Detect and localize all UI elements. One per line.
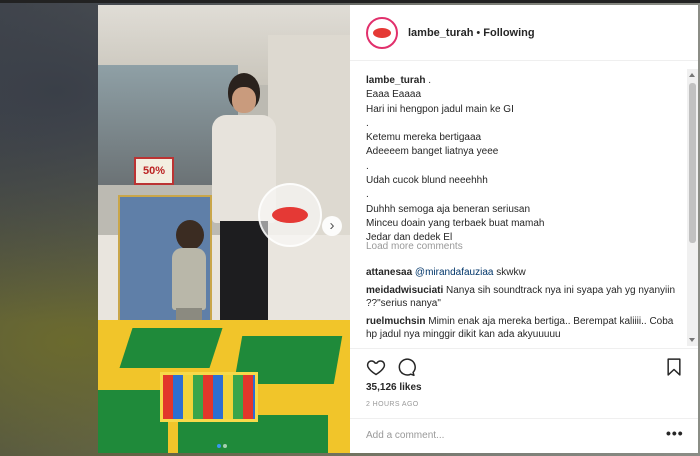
caption-line: Udah cucok blund neeehhh: [366, 175, 488, 187]
comment-username[interactable]: meidadwisuciati: [366, 285, 443, 296]
comments-panel[interactable]: lambe_turah . Eaaa Eaaaa Hari ini hengpon…: [350, 61, 698, 346]
caption-dot: .: [425, 75, 432, 86]
action-bar: [350, 348, 698, 384]
header-username[interactable]: lambe_turah: [408, 27, 473, 39]
child-head: [176, 220, 204, 250]
lips-icon: [272, 207, 308, 223]
caption-line: Duhhh semoga aja beneran seriusan: [366, 203, 530, 215]
child-body: [172, 248, 206, 310]
caption-text: Eaaa Eaaaa Hari ini hengpon jadul main ke…: [366, 88, 682, 245]
bookmark-icon[interactable]: [664, 357, 684, 377]
chevron-right-icon[interactable]: ›: [322, 216, 342, 236]
avatar[interactable]: [366, 16, 398, 49]
watermark-logo: [258, 183, 322, 247]
likes-count[interactable]: 35,126 likes: [366, 382, 422, 393]
carousel-dot-active: [217, 444, 221, 448]
post-media[interactable]: 50%: [98, 5, 350, 453]
comment-item: attanesaa @mirandafauziaa skwkw: [366, 266, 682, 279]
top-bar: [0, 0, 700, 3]
following-button[interactable]: Following: [483, 27, 534, 39]
comment-item: meidadwisuciati Nanya sih soundtrack nya…: [366, 284, 682, 310]
lego-plate: [119, 328, 223, 368]
caption-line: .: [366, 160, 369, 172]
media-child-figure: [168, 220, 212, 330]
lego-plate: [98, 390, 168, 453]
comment-input[interactable]: Add a comment...: [366, 430, 444, 441]
caption-line: Adeeeem banget liatnya yeee: [366, 146, 499, 158]
comment-mention[interactable]: @mirandafauziaa: [415, 267, 494, 278]
load-more-comments-button[interactable]: Load more comments: [366, 241, 463, 252]
caption-line: Ketemu mereka bertigaaa: [366, 132, 482, 144]
scroll-down-icon[interactable]: [689, 338, 695, 342]
caption-line: .: [366, 189, 369, 201]
media-price-sign: 50%: [134, 157, 174, 185]
heart-icon[interactable]: [366, 357, 386, 377]
header-separator: •: [476, 26, 481, 39]
comments-scrollbar[interactable]: [687, 69, 698, 346]
caption-username[interactable]: lambe_turah: [366, 75, 425, 86]
post-header: lambe_turah • Following: [350, 5, 698, 61]
scrollbar-thumb[interactable]: [689, 83, 696, 243]
comment-username[interactable]: attanesaa: [366, 267, 412, 278]
caption: lambe_turah . Eaaa Eaaaa Hari ini hengpon…: [366, 74, 682, 246]
media-lego-table: [98, 320, 350, 453]
add-comment-bar: Add a comment... •••: [350, 418, 698, 454]
post-timestamp[interactable]: 2 HOURS AGO: [366, 401, 419, 408]
man-face: [232, 87, 256, 113]
post-modal: 50% lambe_turah • Following lambe_turah …: [98, 5, 698, 453]
lips-icon: [373, 27, 391, 38]
more-options-icon[interactable]: •••: [666, 425, 684, 441]
carousel-dot: [223, 444, 227, 448]
caption-line: Hari ini hengpon jadul main ke GI: [366, 103, 514, 115]
post-sidebar: lambe_turah • Following lambe_turah . Ea…: [350, 5, 698, 453]
comment-text: skwkw: [493, 267, 526, 278]
comment-username[interactable]: ruelmuchsin: [366, 316, 425, 327]
speech-bubble-icon[interactable]: [396, 357, 416, 377]
caption-line: .: [366, 117, 369, 129]
carousel-dots: [216, 435, 228, 453]
comment-item: ruelmuchsin Mimin enak aja mereka bertig…: [366, 315, 682, 341]
caption-line: Minceu doain yang terbaek buat mamah: [366, 217, 545, 229]
lego-bricks: [160, 372, 258, 422]
scroll-up-icon[interactable]: [689, 73, 695, 77]
caption-line: Eaaa Eaaaa: [366, 89, 422, 101]
